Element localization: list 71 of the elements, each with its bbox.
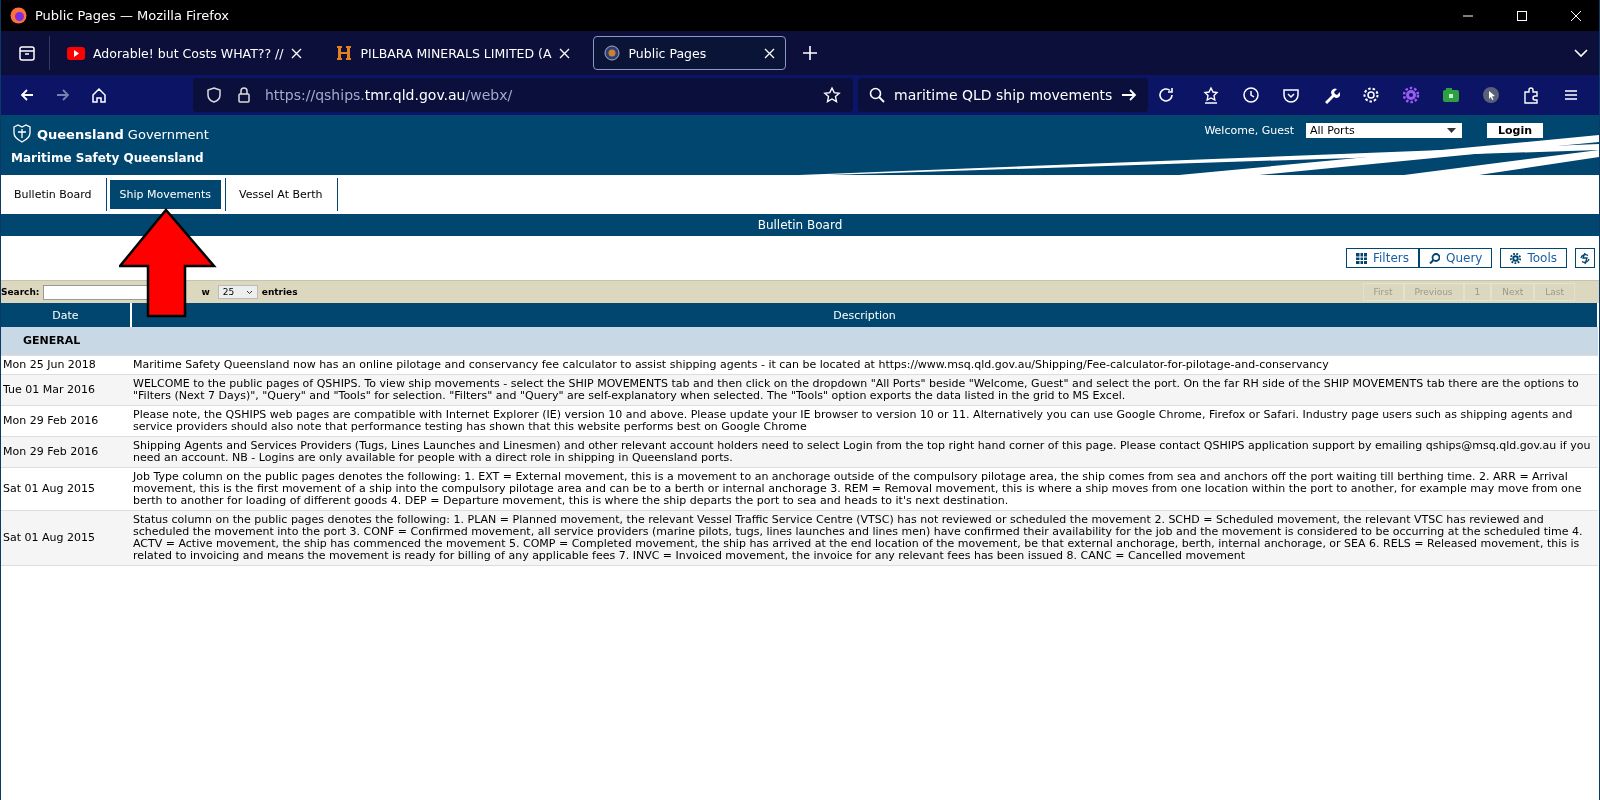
welcome-text: Welcome, Guest [1204, 124, 1294, 137]
search-label: Search: [1, 287, 40, 297]
nav-tab[interactable]: Ship Movements [109, 180, 222, 209]
bookmarks-icon [1202, 86, 1220, 104]
pocket-icon [1282, 86, 1300, 104]
nav-tab[interactable]: Vessel At Berth [229, 180, 333, 209]
date-cell: Sat 01 Aug 2015 [1, 510, 131, 566]
home-icon [90, 86, 108, 104]
settings-icon [1362, 86, 1380, 104]
plus-icon [802, 45, 819, 61]
url-text: https://qships.tmr.qld.gov.au/webx/ [265, 87, 514, 103]
video-site-icon [67, 44, 85, 62]
date-cell: Tue 01 Mar 2016 [1, 374, 131, 406]
description-cell: Shipping Agents and Services Providers (Tugs, Lines Launches and Linesmen) and other relevant account holders need to select Login from the top right hand corner of this page. Please contact QSHIPS application support by emailing qships@msq.qld.gov.au if you need an account. NB - Logins are only available for people with a direct role in shipping in Queensland ports. [131, 436, 1598, 468]
dropdown-arrow-icon [1447, 128, 1456, 133]
tab-list-icon [18, 44, 36, 62]
section-title: Bulletin Board [757, 218, 843, 232]
column-header: Date [1, 303, 131, 327]
crest-icon [604, 45, 621, 61]
table-icon [1356, 252, 1367, 264]
gear-icon [1510, 252, 1522, 264]
port-dropdown[interactable]: All Ports [1306, 123, 1462, 138]
description-cell: Please note, the QSHIPS web pages are compatible with Internet Explorer (IE) version 10 and above. Please update your IE browser to version 10 or 11. Alternatively you can use Google Chrome, Firefox or Safari. Industry page users such as shipping agents and service providers should also note that performance testing has shown that this website performs best on Google Chrome [131, 405, 1598, 437]
site-subtitle: Maritime Safety Queensland [11, 151, 205, 165]
extension-gear-icon [1402, 86, 1420, 104]
browser-tab[interactable]: Public Pages [593, 36, 787, 70]
entries-label: entries [261, 287, 298, 297]
refresh-button[interactable] [1575, 248, 1595, 268]
nav-tab[interactable]: Bulletin Board [4, 180, 102, 209]
window-title: Public Pages — Mozilla Firefox [35, 8, 230, 23]
login-button[interactable]: Login [1487, 123, 1543, 138]
description-cell: Job Type column on the public pages denotes the following: 1. EXT = External movement, this is a movement to an anchorage outside of the compulsory pilotage area, the ship comes from sea and anchors off the port waiting till berthing time. 2. ARR = Arrival movement, this is the first movement of a ship into the compulsory pilotage area and can be to a berth or internal anchorage 3. REM = Removal movement, this is where a ship moves from one location within the port to another, for example may move from one berth to another for loading of different goods 4. DEP = Departure movement, this is where the ship departs the port to sea and heads to it's next destination. [131, 467, 1598, 511]
maximize-icon [1517, 10, 1527, 21]
show-label: w [201, 287, 210, 297]
date-cell: Mon 29 Feb 2016 [1, 405, 131, 437]
extensions-icon [1522, 86, 1540, 104]
star-icon[interactable] [823, 86, 841, 104]
extension-box-icon [1442, 86, 1460, 104]
tools-button[interactable]: Tools [1500, 248, 1567, 268]
filters-button[interactable]: Filters [1346, 248, 1419, 268]
description-cell: Maritime Safety Queensland now has an online pilotage and conservancy fee calculator to assist shipping agents - it can be located at https://www.msq.qld.gov.au/Shipping/Fee-calculator-for-pilotage-and-conservancy [131, 355, 1598, 375]
browser-tab[interactable]: PILBARA MINERALS LIMITED (A [325, 36, 582, 70]
close-icon [1571, 10, 1581, 21]
cursor-icon [1482, 86, 1500, 104]
h-logo-icon [336, 45, 353, 61]
history-icon [1242, 86, 1260, 104]
firefox-logo-icon [10, 7, 27, 24]
chevron-down-icon [245, 289, 253, 295]
query-button[interactable]: Query [1418, 248, 1493, 268]
date-cell: Mon 29 Feb 2016 [1, 436, 131, 468]
address-bar[interactable]: https://qships.tmr.qld.gov.au/webx/ [193, 78, 853, 112]
group-header: GENERAL [1, 327, 1598, 356]
crest-icon [11, 123, 33, 145]
lock-icon [235, 86, 253, 104]
search-icon [1428, 252, 1440, 264]
close-icon[interactable] [291, 47, 303, 59]
date-cell: Sat 01 Aug 2015 [1, 467, 131, 511]
brand-name: Queensland Government [37, 126, 209, 142]
browser-tab[interactable]: Adorable! but Costs WHAT?? // [56, 36, 314, 70]
column-header: Description [131, 303, 1598, 327]
search-bar[interactable]: maritime QLD ship movements [858, 78, 1149, 112]
shield-icon [205, 86, 223, 104]
search-field[interactable] [43, 284, 150, 300]
reload-icon [1157, 86, 1176, 104]
page-size-dropdown[interactable]: 25 [217, 285, 258, 299]
description-cell: Status column on the public pages denotes the following: 1. PLAN = Planned movement, the relevant Vessel Traffic Service Centre (VTSC) has not reviewed or scheduled the movement 2. SCHD = Scheduled movement, the relevant VTSC has reviewed and scheduled the movement into the port 3. CONF = Confirmed movement, all service providers (marine pilots, tugs, lines launches and lines men) have confirmed their availability for the job and the movement is considered to be occurring at the scheduled time 4. ACTV = Active movement, the ship has commenced the movement 5. COMP = Completed movement, the ship has arrived at the end location of the movement, be that external anchorage, berth, internal anchorage, or SEA 6. RELS = Released movement, this is related to invoicing and means the movement is ready for billing of any applicable fees 7. INVC = Invoiced movement, the invoice for any relevant fees has been issued 8. CANC = Cancelled movement [131, 510, 1598, 566]
close-icon[interactable] [559, 47, 571, 59]
description-cell: WELCOME to the public pages of QSHIPS. To view ship movements - select the SHIP MOVEMENTS tab and then click on the dropdown "All Ports" beside "Welcome, Guest" and select the port. On the far RH side of the SHIP MOVEMENTS tab there are the options to "Filters (Next 7 Days)", "Query" and "Tools" for selection. "Filters" and "Query" are self-explanatory when selected. The "Tools" option exports the data listed in the grid to MS Excel. [131, 374, 1598, 406]
close-icon[interactable] [764, 47, 776, 59]
search-icon [868, 86, 886, 104]
date-cell: Mon 25 Jun 2018 [1, 355, 131, 375]
